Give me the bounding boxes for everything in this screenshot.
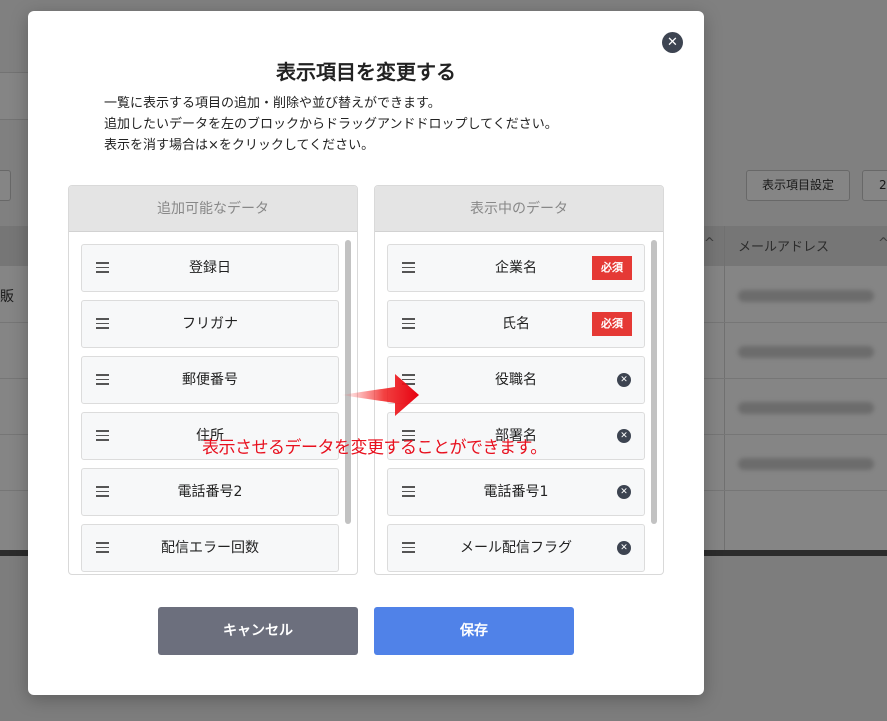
cancel-button[interactable]: キャンセル <box>158 607 358 655</box>
available-data-list: 登録日 フリガナ 郵便番号 住所 電話番号2 配信エラー回数 <box>69 232 357 574</box>
displayed-data-title: 表示中のデータ <box>375 186 663 232</box>
draggable-item[interactable]: フリガナ <box>81 300 339 348</box>
arrow-right-icon <box>341 374 419 416</box>
required-badge: 必須 <box>592 312 632 336</box>
draggable-item[interactable]: 電話番号1 ✕ <box>387 468 645 516</box>
item-label: 郵便番号 <box>182 372 238 388</box>
draggable-item[interactable]: 登録日 <box>81 244 339 292</box>
item-label: 配信エラー回数 <box>161 540 259 556</box>
draggable-item[interactable]: 電話番号2 <box>81 468 339 516</box>
remove-icon[interactable]: ✕ <box>617 541 631 555</box>
remove-icon[interactable]: ✕ <box>617 429 631 443</box>
display-items-modal: ✕ 表示項目を変更する 一覧に表示する項目の追加・削除や並び替えができます。 追… <box>28 11 704 695</box>
item-label: 電話番号2 <box>177 484 243 500</box>
save-button[interactable]: 保存 <box>374 607 574 655</box>
close-icon[interactable]: ✕ <box>662 32 683 53</box>
right-scrollbar[interactable] <box>651 240 657 524</box>
draggable-item[interactable]: 郵便番号 <box>81 356 339 404</box>
remove-icon[interactable]: ✕ <box>617 485 631 499</box>
draggable-item[interactable]: 配信エラー回数 <box>81 524 339 572</box>
item-label: 役職名 <box>495 372 537 388</box>
remove-icon[interactable]: ✕ <box>617 373 631 387</box>
description-line: 表示を消す場合は×をクリックしてください。 <box>104 138 375 153</box>
draggable-item[interactable]: 役職名 ✕ <box>387 356 645 404</box>
item-label: メール配信フラグ <box>460 540 572 556</box>
available-data-panel: 追加可能なデータ 登録日 フリガナ 郵便番号 住所 電話番号2 配信エラー回数 <box>68 185 358 575</box>
modal-description: 一覧に表示する項目の追加・削除や並び替えができます。 追加したいデータを左のブロ… <box>104 93 558 156</box>
draggable-item[interactable]: メール配信フラグ ✕ <box>387 524 645 572</box>
draggable-item[interactable]: 企業名 必須 <box>387 244 645 292</box>
required-badge: 必須 <box>592 256 632 280</box>
item-label: フリガナ <box>182 316 238 332</box>
item-label: 登録日 <box>189 260 231 276</box>
annotation-text: 表示させるデータを変更することができます。 <box>202 438 547 458</box>
description-line: 追加したいデータを左のブロックからドラッグアンドドロップしてください。 <box>104 117 558 132</box>
available-data-title: 追加可能なデータ <box>69 186 357 232</box>
draggable-item[interactable]: 氏名 必須 <box>387 300 645 348</box>
item-label: 電話番号1 <box>483 484 549 500</box>
description-line: 一覧に表示する項目の追加・削除や並び替えができます。 <box>104 96 441 111</box>
modal-title: 表示項目を変更する <box>276 60 456 84</box>
